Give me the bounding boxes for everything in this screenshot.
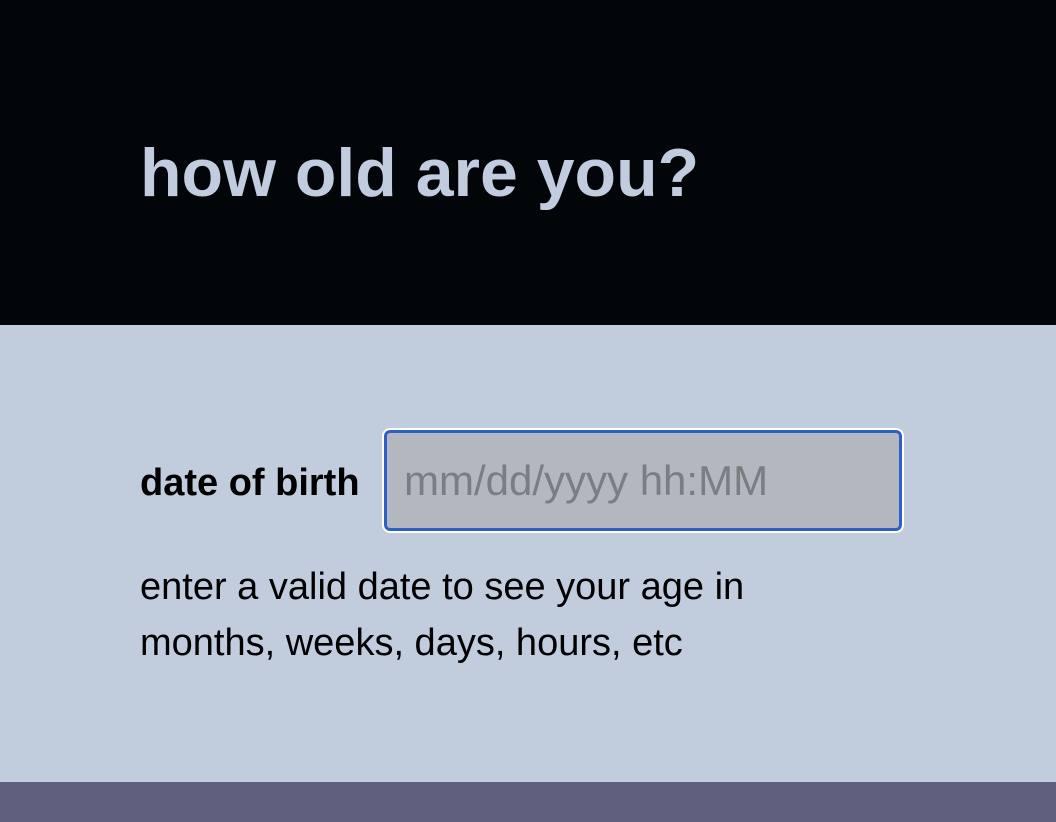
- date-of-birth-input[interactable]: [382, 428, 904, 533]
- page-title: how old are you?: [140, 135, 700, 211]
- main-content: date of birth enter a valid date to see …: [0, 325, 1056, 782]
- page-header: how old are you?: [0, 0, 1056, 325]
- hint-text: enter a valid date to see your age in mo…: [140, 566, 745, 664]
- page-footer: [0, 782, 1056, 822]
- date-of-birth-label: date of birth: [140, 462, 360, 504]
